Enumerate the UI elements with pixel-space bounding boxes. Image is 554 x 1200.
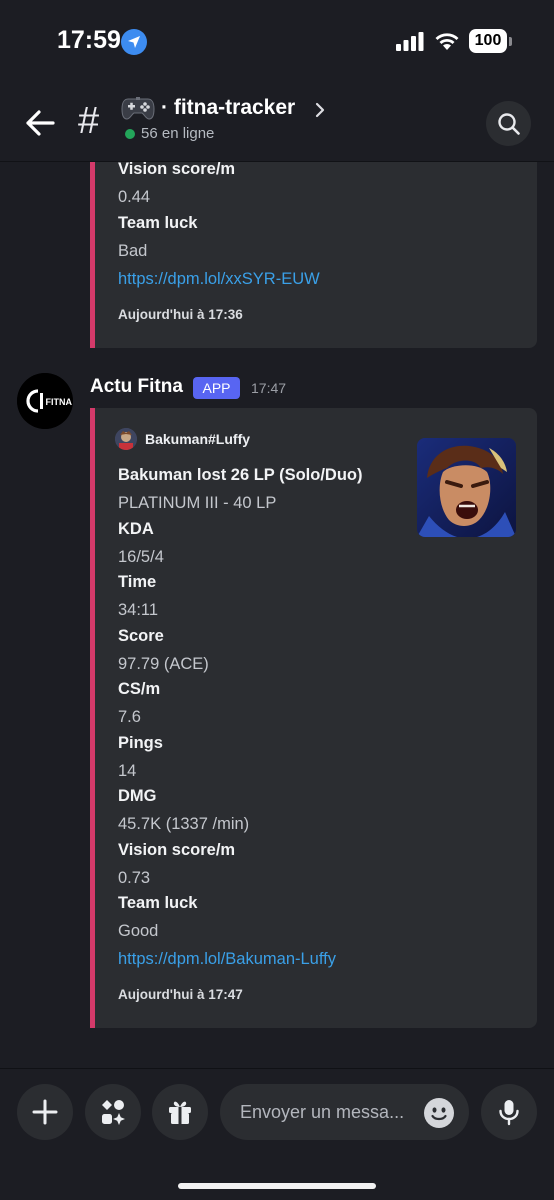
embed-author-name[interactable]: Bakuman#Luffy (145, 431, 250, 447)
embed-rank: PLATINUM III - 40 LP (118, 494, 277, 512)
embed-link[interactable]: https://dpm.lol/xxSYR-EUW (118, 270, 320, 289)
field-value: 97.79 (ACE) (118, 655, 209, 673)
embed-title: Bakuman lost 26 LP (Solo/Duo) (118, 466, 363, 484)
gift-icon (169, 1101, 191, 1124)
chevron-right-icon[interactable] (313, 101, 327, 119)
field-value: 16/5/4 (118, 548, 164, 566)
fitna-logo: FITNA (17, 373, 73, 429)
online-count: 56 en ligne (141, 125, 215, 142)
search-button[interactable] (486, 101, 531, 146)
message-input-container (220, 1084, 469, 1140)
back-arrow-icon[interactable] (24, 108, 56, 138)
field-name: Time (118, 573, 157, 591)
plus-icon (32, 1099, 58, 1125)
field-value: 45.7K (1337 /min) (118, 815, 250, 833)
apps-button[interactable] (85, 1084, 141, 1140)
embed-author-icon (115, 428, 137, 450)
message-author[interactable]: Actu Fitna (90, 376, 183, 398)
signal-icon (396, 32, 424, 51)
previous-embed: Vision score/m 0.44 Team luck Bad https:… (90, 160, 537, 348)
home-indicator[interactable] (178, 1183, 376, 1189)
message-input[interactable] (240, 1098, 420, 1126)
field-value: 0.73 (118, 869, 151, 887)
battery-icon: 100 (469, 29, 507, 53)
channel-header: # · fitna-tracker 56 en ligne (0, 84, 554, 162)
field-name: Pings (118, 734, 163, 752)
avatar-text: FITNA (46, 397, 73, 407)
field-value: 7.6 (118, 708, 141, 726)
search-icon (498, 113, 520, 135)
field-value: 14 (118, 762, 137, 780)
embed-link[interactable]: https://dpm.lol/Bakuman-Luffy (118, 950, 336, 969)
field-value: 34:11 (118, 601, 159, 619)
avatar[interactable]: FITNA (17, 373, 73, 429)
field-name: KDA (118, 520, 154, 538)
message-embed: Bakuman#Luffy Bakuman lost 26 LP (Solo/D… (90, 408, 537, 1028)
add-button[interactable] (17, 1084, 73, 1140)
field-value: Good (118, 922, 159, 940)
field-name: CS/m (118, 680, 161, 698)
field-name: Vision score/m (118, 160, 236, 178)
message-timestamp: 17:47 (251, 380, 287, 396)
gamepad-icon (121, 97, 155, 120)
champion-thumbnail (417, 438, 516, 537)
composer-bar (0, 1068, 554, 1200)
microphone-icon (499, 1100, 519, 1126)
location-icon (121, 29, 147, 55)
field-name: Team luck (118, 894, 198, 912)
online-status-dot (125, 129, 135, 139)
app-badge: APP (193, 377, 240, 399)
emoji-icon[interactable] (424, 1098, 454, 1128)
field-name: DMG (118, 787, 157, 805)
hash-icon: # (78, 100, 100, 142)
field-name: Vision score/m (118, 841, 236, 859)
embed-footer-timestamp: Aujourd'hui à 17:36 (118, 307, 243, 322)
field-name: Score (118, 627, 164, 645)
battery-tip (509, 37, 512, 46)
wifi-icon (435, 33, 459, 50)
field-value: Bad (118, 242, 148, 260)
field-name: Team luck (118, 214, 198, 232)
voice-message-button[interactable] (481, 1084, 537, 1140)
field-value: 0.44 (118, 188, 151, 206)
embed-footer-timestamp: Aujourd'hui à 17:47 (118, 987, 243, 1002)
status-bar: 17:59 100 (0, 0, 554, 84)
apps-icon (102, 1100, 125, 1125)
channel-name[interactable]: · fitna-tracker (161, 96, 295, 120)
gift-button[interactable] (152, 1084, 208, 1140)
status-time: 17:59 (57, 26, 121, 54)
